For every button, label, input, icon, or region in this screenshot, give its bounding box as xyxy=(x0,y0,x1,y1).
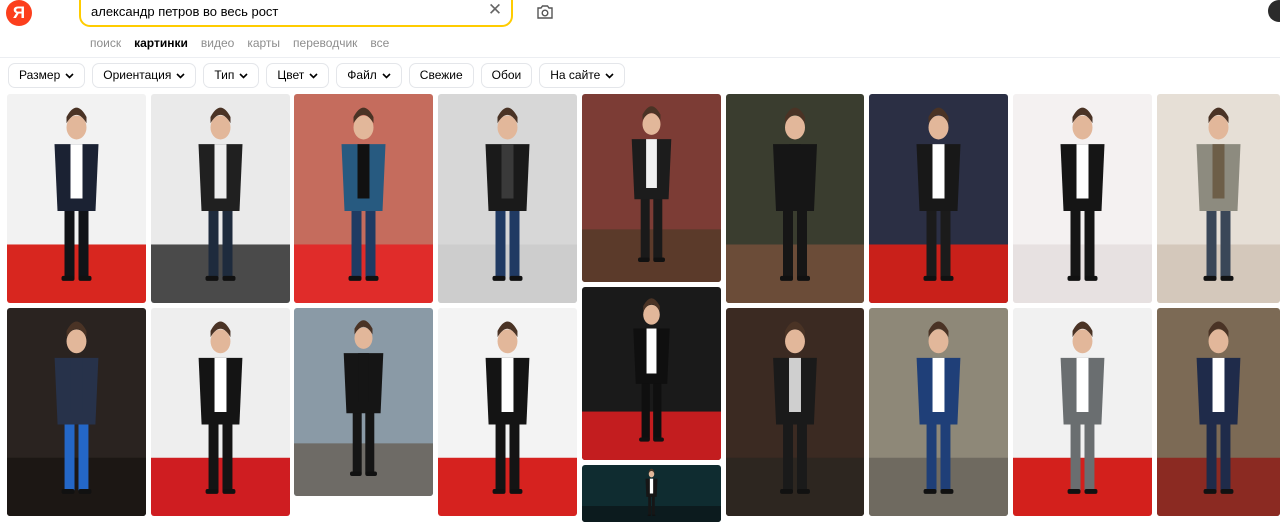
yandex-logo[interactable]: Я xyxy=(6,0,32,26)
result-image-19[interactable] xyxy=(582,465,721,522)
result-image-8[interactable] xyxy=(1013,94,1152,303)
result-image-9[interactable] xyxy=(1157,94,1280,303)
chevron-down-icon xyxy=(605,72,614,79)
result-image-13[interactable] xyxy=(438,308,577,516)
result-image-11[interactable] xyxy=(151,308,290,516)
tab-translator[interactable]: переводчик xyxy=(293,36,357,50)
result-image-17[interactable] xyxy=(1013,308,1152,516)
chevron-down-icon xyxy=(309,72,318,79)
result-image-10[interactable] xyxy=(7,308,146,516)
search-box[interactable]: александр петров во весь рост ✕ xyxy=(79,0,513,27)
filter-file[interactable]: Файл xyxy=(336,63,402,88)
chevron-down-icon xyxy=(176,72,185,79)
top-header: Я александр петров во весь рост ✕ поиск … xyxy=(0,0,1280,58)
filter-fresh[interactable]: Свежие xyxy=(408,63,474,88)
result-image-16[interactable] xyxy=(869,308,1008,516)
result-image-14[interactable] xyxy=(582,287,721,460)
filter-label: Свежие xyxy=(419,68,463,82)
service-tabs: поиск картинки видео карты переводчик вс… xyxy=(90,36,389,50)
result-image-7[interactable] xyxy=(869,94,1008,303)
chevron-down-icon xyxy=(239,72,248,79)
filter-color[interactable]: Цвет xyxy=(266,63,330,88)
result-image-4[interactable] xyxy=(438,94,577,303)
tab-all[interactable]: все xyxy=(370,36,389,50)
chevron-down-icon xyxy=(382,72,391,79)
filter-size[interactable]: Размер xyxy=(8,63,86,88)
filter-label: На сайте xyxy=(550,68,601,82)
filter-type[interactable]: Тип xyxy=(203,63,260,88)
result-image-6[interactable] xyxy=(726,94,864,303)
chevron-down-icon xyxy=(65,72,74,79)
tab-maps[interactable]: карты xyxy=(247,36,280,50)
filter-bar: Размер Ориентация Тип Цвет Файл Свежие О… xyxy=(8,63,626,88)
filter-label: Цвет xyxy=(277,68,305,82)
avatar[interactable] xyxy=(1268,0,1280,22)
tab-images[interactable]: картинки xyxy=(134,36,188,50)
result-image-1[interactable] xyxy=(7,94,146,303)
filter-wallpapers[interactable]: Обои xyxy=(480,63,533,88)
result-image-12[interactable] xyxy=(294,308,433,496)
tab-search[interactable]: поиск xyxy=(90,36,121,50)
close-icon[interactable]: ✕ xyxy=(487,1,503,18)
search-input[interactable]: александр петров во весь рост xyxy=(91,4,278,19)
filter-label: Размер xyxy=(19,68,61,82)
filter-label: Тип xyxy=(214,68,235,82)
filter-label: Ориентация xyxy=(103,68,172,82)
tab-video[interactable]: видео xyxy=(201,36,234,50)
camera-icon[interactable] xyxy=(536,4,554,20)
result-image-18[interactable] xyxy=(1157,308,1280,516)
result-image-3[interactable] xyxy=(294,94,433,303)
image-results-grid xyxy=(0,94,1280,522)
result-image-2[interactable] xyxy=(151,94,290,303)
filter-orientation[interactable]: Ориентация xyxy=(92,63,197,88)
filter-label: Обои xyxy=(491,68,522,82)
result-image-5[interactable] xyxy=(582,94,721,282)
filter-on-site[interactable]: На сайте xyxy=(539,63,626,88)
result-image-15[interactable] xyxy=(726,308,864,516)
filter-label: Файл xyxy=(347,68,377,82)
